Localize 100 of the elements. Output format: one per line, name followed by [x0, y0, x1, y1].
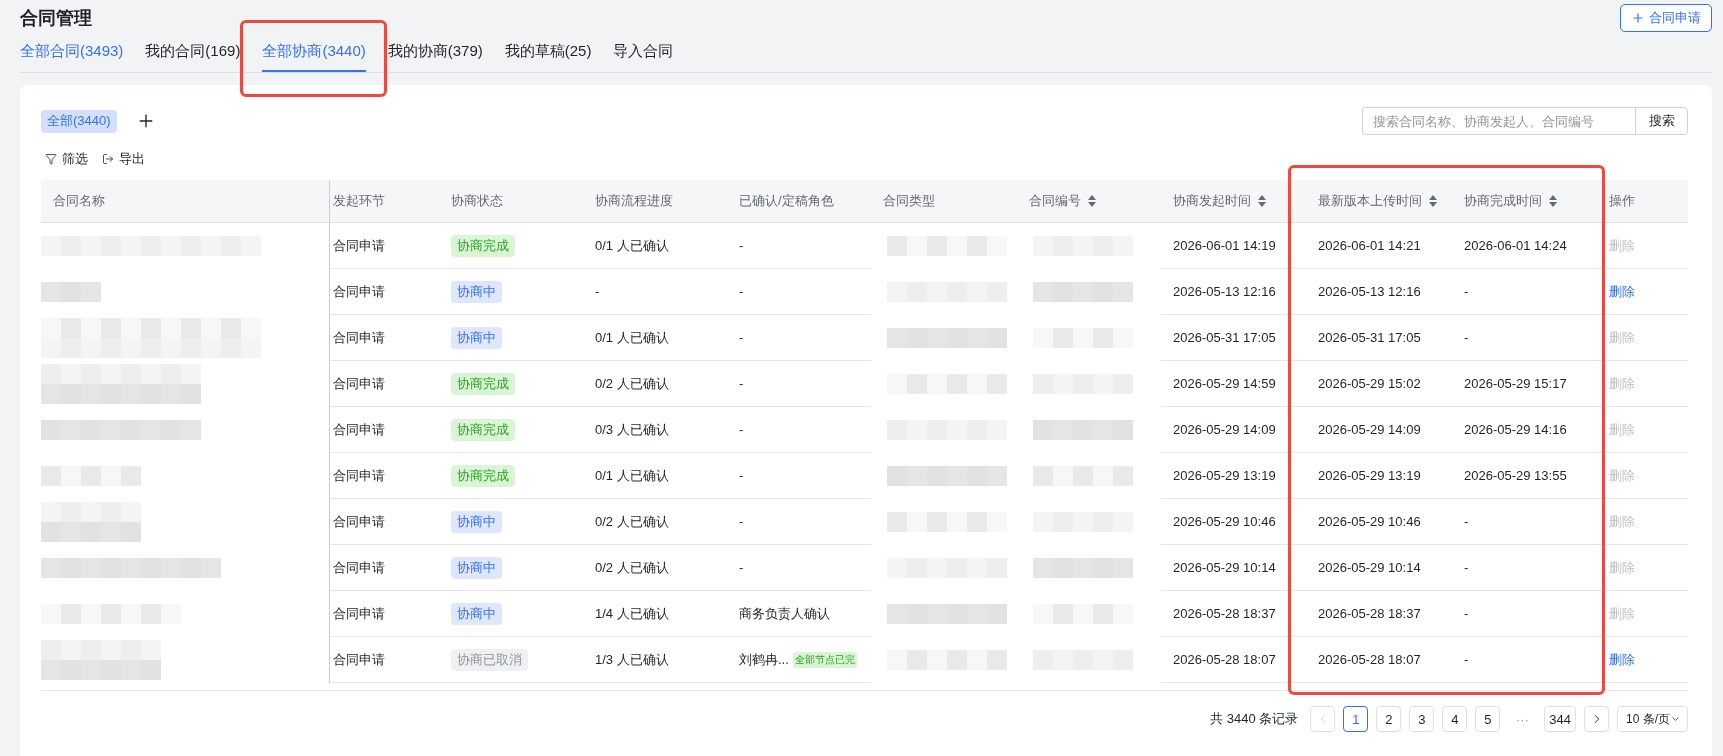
view-chip[interactable]: 全部(3440)	[41, 109, 117, 133]
column-header: 协商状态	[439, 180, 583, 223]
table-cell: 1/3 人已确认	[583, 637, 727, 683]
status-tag: 协商中	[451, 510, 502, 533]
table-cell: 1/4 人已确认	[583, 591, 727, 637]
table-cell: -	[1452, 269, 1597, 315]
table-cell: 合同申请	[329, 637, 439, 683]
tab[interactable]: 全部合同(3493)	[20, 36, 124, 72]
page-title: 合同管理	[20, 7, 92, 30]
table-cell: 2026-05-29 13:19	[1161, 453, 1306, 499]
page-button[interactable]: 3	[1409, 706, 1435, 732]
column-header: 协商流程进度	[583, 180, 727, 223]
table-cell: 2026-05-29 13:19	[1306, 453, 1452, 499]
table-cell: 合同申请	[329, 407, 439, 453]
table-cell: 2026-05-13 12:16	[1306, 269, 1452, 315]
status-tag: 协商完成	[451, 418, 515, 441]
page-button[interactable]: 2	[1376, 706, 1402, 732]
table-cell: 2026-05-29 10:14	[1161, 545, 1306, 591]
table-cell: 2026-05-13 12:16	[1161, 269, 1306, 315]
column-header: 已确认/定稿角色	[727, 180, 871, 223]
tab[interactable]: 我的协商(379)	[387, 36, 483, 72]
status-tag: 协商中	[451, 326, 502, 349]
table-cell: -	[727, 223, 871, 269]
table-cell: 2026-05-31 17:05	[1161, 315, 1306, 361]
table-cell: 合同申请	[329, 499, 439, 545]
table-cell: 0/1 人已确认	[583, 453, 727, 499]
delete-link[interactable]: 删除	[1609, 650, 1635, 669]
table-cell: -	[727, 315, 871, 361]
table-cell: 2026-05-29 14:16	[1452, 407, 1597, 453]
table-cell: 合同申请	[329, 453, 439, 499]
tab[interactable]: 导入合同	[613, 36, 674, 72]
status-tag: 协商中	[451, 280, 502, 303]
page-button[interactable]: 1	[1343, 706, 1369, 732]
table-cell: -	[727, 361, 871, 407]
table-cell: 合同申请	[329, 269, 439, 315]
column-header: 操作	[1597, 180, 1688, 223]
table-cell: 2026-06-01 14:19	[1161, 223, 1306, 269]
sort-icon[interactable]	[1088, 195, 1096, 207]
search-button[interactable]: 搜索	[1635, 107, 1688, 135]
page-size-select[interactable]: 10 条/页	[1617, 706, 1688, 732]
table-cell: -	[727, 499, 871, 545]
status-tag: 协商完成	[451, 372, 515, 395]
table-cell: 2026-05-29 10:14	[1306, 545, 1452, 591]
column-header: 合同类型	[871, 180, 1017, 223]
table-cell: 2026-05-28 18:37	[1306, 591, 1452, 637]
filter-button[interactable]: 筛选	[45, 150, 88, 168]
table-cell: -	[1452, 315, 1597, 361]
table-cell: 2026-05-29 14:09	[1306, 407, 1452, 453]
tab[interactable]: 我的合同(169)	[145, 36, 241, 72]
funnel-icon	[45, 153, 57, 165]
sort-icon[interactable]	[1549, 195, 1557, 207]
status-tag: 协商中	[451, 602, 502, 625]
table-cell: -	[1452, 545, 1597, 591]
column-header[interactable]: 最新版本上传时间	[1306, 180, 1452, 223]
status-tag: 协商中	[451, 556, 502, 579]
table-cell: -	[583, 269, 727, 315]
sort-icon[interactable]	[1429, 195, 1437, 207]
sort-icon[interactable]	[1258, 195, 1266, 207]
table-cell: -	[727, 407, 871, 453]
table-cell: 2026-06-01 14:21	[1306, 223, 1452, 269]
column-header[interactable]: 协商完成时间	[1452, 180, 1597, 223]
export-button[interactable]: 导出	[102, 150, 145, 168]
table-cell: 2026-05-29 13:55	[1452, 453, 1597, 499]
table-cell: -	[1452, 637, 1597, 683]
table-cell: 2026-05-28 18:07	[1161, 637, 1306, 683]
table-cell: 0/1 人已确认	[583, 223, 727, 269]
column-header[interactable]: 协商发起时间	[1161, 180, 1306, 223]
table-cell: 2026-05-29 15:17	[1452, 361, 1597, 407]
table-cell: 商务负责人确认	[727, 591, 871, 637]
table-cell: 2026-05-29 14:59	[1161, 361, 1306, 407]
table-cell: 合同申请	[329, 591, 439, 637]
table-cell: 0/3 人已确认	[583, 407, 727, 453]
table-cell: -	[727, 545, 871, 591]
role-name: 刘鹤冉...	[739, 650, 789, 669]
page-button[interactable]: 4	[1442, 706, 1468, 732]
table-cell: 0/2 人已确认	[583, 545, 727, 591]
table-cell: 2026-05-29 10:46	[1161, 499, 1306, 545]
table-cell: -	[727, 269, 871, 315]
page-button[interactable]: 5	[1475, 706, 1501, 732]
table-cell: 合同申请	[329, 545, 439, 591]
completion-tag: 全部节点已完	[792, 651, 857, 668]
tab[interactable]: 全部协商(3440)	[262, 36, 366, 72]
table-cell: -	[727, 453, 871, 499]
total-count: 共 3440 条记录	[1210, 710, 1299, 728]
status-tag: 协商完成	[451, 234, 515, 257]
box-arrow-icon	[102, 153, 114, 165]
delete-link[interactable]: 删除	[1609, 282, 1635, 301]
column-header[interactable]: 合同编号	[1017, 180, 1161, 223]
page-button[interactable]: 344	[1544, 706, 1576, 732]
table-cell: 2026-05-28 18:07	[1306, 637, 1452, 683]
table-cell: 2026-05-31 17:05	[1306, 315, 1452, 361]
new-contract-button[interactable]: 合同申请	[1620, 4, 1712, 32]
table-cell: 0/2 人已确认	[583, 361, 727, 407]
tab[interactable]: 我的草稿(25)	[504, 36, 592, 72]
column-header: 发起环节	[329, 180, 439, 223]
search-field[interactable]: 搜索合同名称、协商发起人、合同编号	[1362, 107, 1635, 135]
status-tag: 协商已取消	[451, 648, 528, 671]
table-cell: -	[1452, 499, 1597, 545]
table-cell: 合同申请	[329, 361, 439, 407]
status-tag: 协商完成	[451, 464, 515, 487]
